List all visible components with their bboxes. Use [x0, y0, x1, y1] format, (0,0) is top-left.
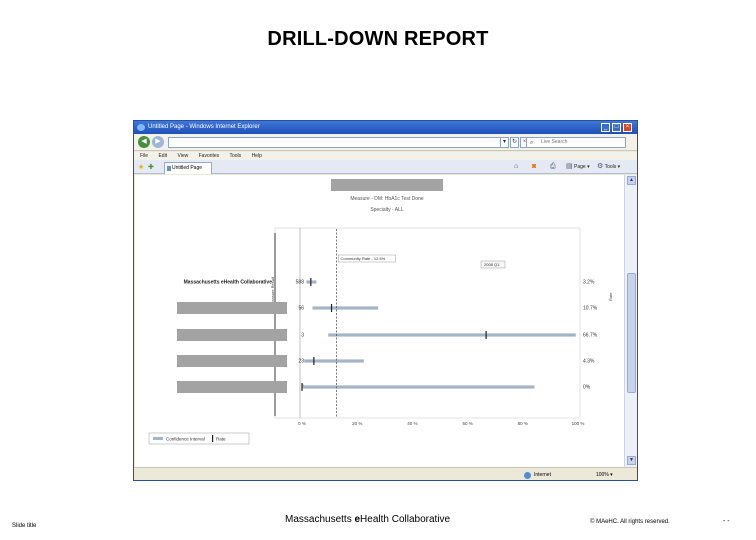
rate-value-label: 0%	[583, 385, 591, 391]
rate-value-label: 4.3%	[583, 359, 595, 365]
tools-menu-button[interactable]: ⚙ Tools ▾	[597, 163, 620, 171]
minimize-icon[interactable]: _	[601, 123, 610, 132]
scroll-thumb[interactable]	[627, 273, 636, 393]
redacted-row-label	[177, 381, 287, 393]
row-count: 3	[301, 333, 304, 339]
legend-swatch-ci	[153, 437, 163, 440]
tab-untitled-page[interactable]: Untitled Page	[164, 162, 212, 174]
menu-view[interactable]: View	[177, 153, 188, 159]
rate-marker	[485, 331, 487, 339]
page-menu-icon: ▤	[566, 163, 573, 170]
search-placeholder: Live Search	[541, 139, 568, 145]
scroll-up-icon[interactable]: ▲	[627, 176, 636, 185]
row-count: 56	[298, 306, 304, 312]
address-dropdown-icon[interactable]: ▾	[500, 137, 509, 148]
footer-org-prefix: Massachusetts	[285, 514, 355, 525]
address-bar-row: ◀ ▶ ▾ ↻ × ⌕ Live Search	[134, 134, 637, 151]
redacted-row-label	[177, 355, 287, 367]
redacted-row-label	[177, 329, 287, 341]
plot-frame	[274, 227, 581, 419]
rate-marker	[301, 383, 303, 391]
zoom-value: 100%	[596, 472, 609, 478]
security-zone: Internet	[522, 468, 582, 480]
x-tick-label: 60 %	[462, 421, 472, 426]
x-tick-label: 0 %	[298, 421, 306, 426]
tools-menu-icon: ⚙	[597, 163, 604, 170]
x-tick-label: 100 %	[572, 421, 585, 426]
rate-marker	[330, 304, 333, 312]
feeds-icon[interactable]: ◙	[532, 163, 536, 171]
page-menu-label: Page	[574, 164, 586, 170]
back-icon[interactable]: ◀	[138, 136, 150, 148]
legend-label-rate: Rate	[216, 437, 226, 442]
page-icon	[167, 166, 171, 171]
page-menu-button[interactable]: ▤ Page ▾	[566, 163, 590, 171]
globe-icon	[524, 472, 531, 479]
scroll-down-icon[interactable]: ▼	[627, 456, 636, 465]
search-icon: ⌕	[530, 140, 534, 146]
confidence-interval-bar	[312, 306, 379, 310]
browser-window: Untitled Page - Windows Internet Explore…	[133, 120, 638, 481]
row-count: 588	[296, 280, 305, 286]
rate-marker	[310, 278, 312, 286]
footer-organization: Massachusetts eHealth Collaborative	[285, 514, 450, 525]
tab-bar: ★ ✚ Untitled Page ⌂ ◙ ⎙ ▤ Page ▾ ⚙ Tools…	[134, 160, 637, 174]
close-icon[interactable]: ×	[623, 123, 632, 132]
row-label: Massachusetts eHealth Collaborative	[184, 280, 273, 286]
page-marker: - -	[723, 518, 730, 525]
menu-bar: File Edit View Favorites Tools Help	[134, 152, 637, 160]
forward-icon[interactable]: ▶	[152, 136, 164, 148]
tools-menu-label: Tools	[604, 164, 617, 170]
legend-swatch-rate	[212, 435, 214, 442]
row-count: 23	[298, 359, 304, 365]
x-tick-label: 20 %	[352, 421, 362, 426]
redacted-row-label	[177, 302, 287, 314]
window-titlebar[interactable]: Untitled Page - Windows Internet Explore…	[134, 121, 637, 134]
maximize-icon[interactable]: □	[612, 123, 621, 132]
favorites-star-icon[interactable]: ★	[138, 163, 144, 171]
print-icon[interactable]: ⎙	[550, 163, 556, 171]
home-icon[interactable]: ⌂	[514, 163, 518, 171]
footer-copyright: © MAeHC. All rights reserved.	[590, 519, 670, 525]
refresh-icon[interactable]: ↻	[510, 137, 519, 148]
menu-tools[interactable]: Tools	[229, 153, 241, 159]
window-title: Untitled Page - Windows Internet Explore…	[148, 124, 260, 130]
search-input[interactable]: ⌕ Live Search	[526, 137, 626, 148]
rate-value-label: 10.7%	[583, 306, 598, 312]
menu-file[interactable]: File	[140, 153, 148, 159]
footer-slide-title: Slide title	[12, 523, 37, 529]
confidence-interval-bar	[328, 333, 576, 337]
menu-edit[interactable]: Edit	[158, 153, 167, 159]
confidence-interval-bar	[304, 359, 364, 363]
x-tick-label: 80 %	[518, 421, 528, 426]
zoom-level[interactable]: 100% ▾	[596, 468, 613, 480]
rate-marker	[313, 357, 315, 365]
menu-favorites[interactable]: Favorites	[199, 153, 220, 159]
vertical-scrollbar[interactable]: ▲ ▼	[624, 175, 637, 467]
footer-org-suffix: Health Collaborative	[360, 514, 451, 525]
menu-help[interactable]: Help	[252, 153, 262, 159]
add-favorites-icon[interactable]: ✚	[148, 163, 154, 171]
chart-svg: Massachusetts eHealth Collaborative 588 3.…	[148, 227, 598, 445]
page-content: Measure - DM: HbA1c Test Done Specialty …	[135, 175, 624, 467]
rate-value-label: 66.7%	[583, 333, 598, 339]
slide-title: DRILL-DOWN REPORT	[267, 28, 489, 50]
community-rate-label: Community Rate - 12.5%	[341, 256, 386, 261]
status-bar: Internet 100% ▾	[134, 467, 637, 480]
confidence-interval-bar	[302, 385, 535, 389]
zone-label: Internet	[534, 472, 551, 478]
ie-icon	[137, 124, 145, 131]
address-input[interactable]	[168, 137, 508, 148]
benchmark-label: 2008 Q1	[484, 262, 500, 267]
tab-label: Untitled Page	[172, 165, 203, 171]
x-tick-label: 40 %	[407, 421, 417, 426]
rate-value-label: 3.2%	[583, 280, 595, 286]
legend-label-ci: Confidence Interval	[166, 437, 205, 442]
